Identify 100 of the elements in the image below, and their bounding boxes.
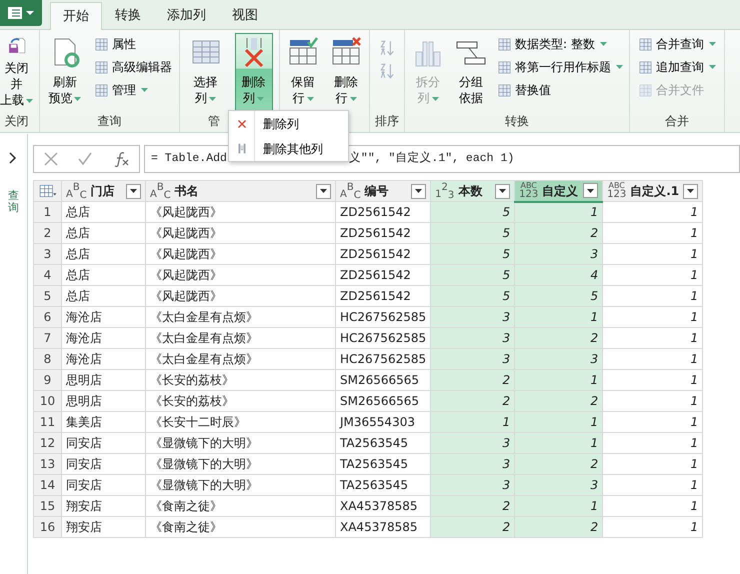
group-label: 管 xyxy=(208,114,220,128)
menu-item[interactable]: 删除列 xyxy=(229,111,348,136)
filter-button[interactable] xyxy=(316,184,331,198)
table-cell: 同安店 xyxy=(62,454,146,474)
row-number: 16 xyxy=(34,516,62,538)
column-header[interactable]: A B C 书名 xyxy=(146,180,336,202)
table-cell: 1 xyxy=(602,390,703,412)
ribbon-button[interactable]: 追加查询 xyxy=(636,56,718,78)
function-icon[interactable] xyxy=(112,151,129,167)
caret-icon xyxy=(709,65,716,69)
table-cell: 2 xyxy=(430,496,515,516)
caret-icon xyxy=(600,42,607,46)
table-cell: SM26566565 xyxy=(336,390,431,412)
table-cell: 1 xyxy=(602,328,703,348)
filter-button[interactable] xyxy=(583,183,598,198)
table-cell: 总店 xyxy=(62,202,146,222)
check-icon[interactable] xyxy=(78,152,92,166)
type-label: ABC 123 xyxy=(607,182,626,200)
table-cell: 总店 xyxy=(62,244,146,264)
ribbon-button[interactable]: 保留 行 xyxy=(284,33,322,111)
table-icon xyxy=(94,82,109,98)
table-cell: 4 xyxy=(514,264,603,286)
table-cell: 3 xyxy=(514,348,603,370)
table-cell: HC267562585 xyxy=(336,348,431,370)
column-header[interactable]: A B C 编号 xyxy=(336,180,431,202)
filter-button[interactable] xyxy=(411,184,426,198)
table-cell: 2 xyxy=(514,454,603,474)
table-cell: 3 xyxy=(430,454,515,474)
table-cell: ZD2561542 xyxy=(336,222,431,244)
group-label: 转换 xyxy=(505,114,529,128)
row-number: 14 xyxy=(34,474,62,496)
table-cell: 1 xyxy=(602,454,703,474)
caret-icon xyxy=(74,96,82,101)
caret-icon xyxy=(257,96,264,101)
column-name: 自定义.1 xyxy=(630,183,680,200)
tab[interactable]: 视图 xyxy=(219,2,271,29)
app-menu-button[interactable] xyxy=(0,0,42,26)
table-cell: 1 xyxy=(602,516,703,538)
table-cell: 《长安的荔枝》 xyxy=(146,370,336,390)
table-cell: 1 xyxy=(430,412,515,432)
panel-title[interactable]: 查询 xyxy=(8,190,19,214)
tab[interactable]: 开始 xyxy=(50,2,102,30)
row-number: 3 xyxy=(34,244,62,264)
table-cell: 2 xyxy=(514,516,603,538)
ribbon-button[interactable]: 删除 行 xyxy=(327,33,365,111)
ribbon-button[interactable]: 刷新 预览 xyxy=(45,33,84,111)
table-cell: 《长安十二时辰》 xyxy=(146,412,336,432)
table-icon xyxy=(638,60,653,74)
ribbon-button[interactable]: 将第一行用作标题 xyxy=(495,56,625,78)
caret-icon xyxy=(306,96,314,101)
table-cell: 海沧店 xyxy=(62,348,146,370)
table-cell: 3 xyxy=(430,328,515,348)
ribbon-button[interactable]: 管理 xyxy=(92,79,174,101)
caret-icon xyxy=(709,42,716,46)
ribbon-button[interactable]: 选择 列 xyxy=(186,33,224,111)
table-cell: 1 xyxy=(602,264,703,286)
table-cell: JM36554303 xyxy=(336,412,431,432)
table-cell: 1 xyxy=(602,306,703,328)
row-number: 10 xyxy=(34,390,62,412)
filter-button[interactable] xyxy=(683,184,698,198)
table-cell: 思明店 xyxy=(62,370,146,390)
table-cell: 1 xyxy=(602,222,703,244)
tab[interactable]: 转换 xyxy=(102,2,154,29)
table-cell: 5 xyxy=(430,286,515,306)
table-cell: XA45378585 xyxy=(336,516,431,538)
table-cell: 1 xyxy=(514,432,603,454)
table-cell: 1 xyxy=(602,474,703,496)
caret-icon xyxy=(687,189,694,193)
table-cell: 5 xyxy=(514,286,603,306)
table-icon xyxy=(94,60,109,74)
table-cell: 总店 xyxy=(62,264,146,286)
ribbon-button[interactable]: 数据类型: 整数 xyxy=(495,33,625,55)
formula-text: = Table.Add xyxy=(151,151,227,168)
table-cell: 3 xyxy=(430,432,515,454)
table-icon xyxy=(94,36,109,52)
table-cell: 《太白金星有点烦》 xyxy=(146,348,336,370)
ribbon-button[interactable]: 属性 xyxy=(92,33,174,55)
table-cell: 1 xyxy=(602,370,703,390)
table-cell: 2 xyxy=(514,222,603,244)
table-cell: 同安店 xyxy=(62,474,146,496)
table-cell: 总店 xyxy=(62,286,146,306)
caret-icon xyxy=(587,188,594,193)
tab[interactable]: 添加列 xyxy=(154,2,219,29)
ribbon-button[interactable]: 替换值 xyxy=(495,79,625,101)
table-cell: 海沧店 xyxy=(62,328,146,348)
filter-button[interactable] xyxy=(495,184,510,198)
table-cell: 1 xyxy=(514,496,603,516)
column-header[interactable]: 1 2 3 本数 xyxy=(430,180,515,202)
ribbon-button[interactable]: 删除 列 xyxy=(234,33,272,111)
column-header[interactable]: A B C 门店 xyxy=(62,180,146,202)
ribbon-button[interactable]: 高级编辑器 xyxy=(92,56,174,78)
table-cell: 2 xyxy=(514,328,603,348)
expand-icon[interactable] xyxy=(8,152,18,164)
row-number: 1 xyxy=(34,202,62,222)
ribbon-button[interactable]: 合并查询 xyxy=(636,33,718,55)
ribbon-button[interactable]: 关闭并 上载 xyxy=(0,33,37,111)
filter-button[interactable] xyxy=(126,184,141,198)
caret-icon xyxy=(26,98,33,103)
table-cell: 1 xyxy=(602,348,703,370)
ribbon-button[interactable]: 分组 依据 xyxy=(452,33,490,111)
